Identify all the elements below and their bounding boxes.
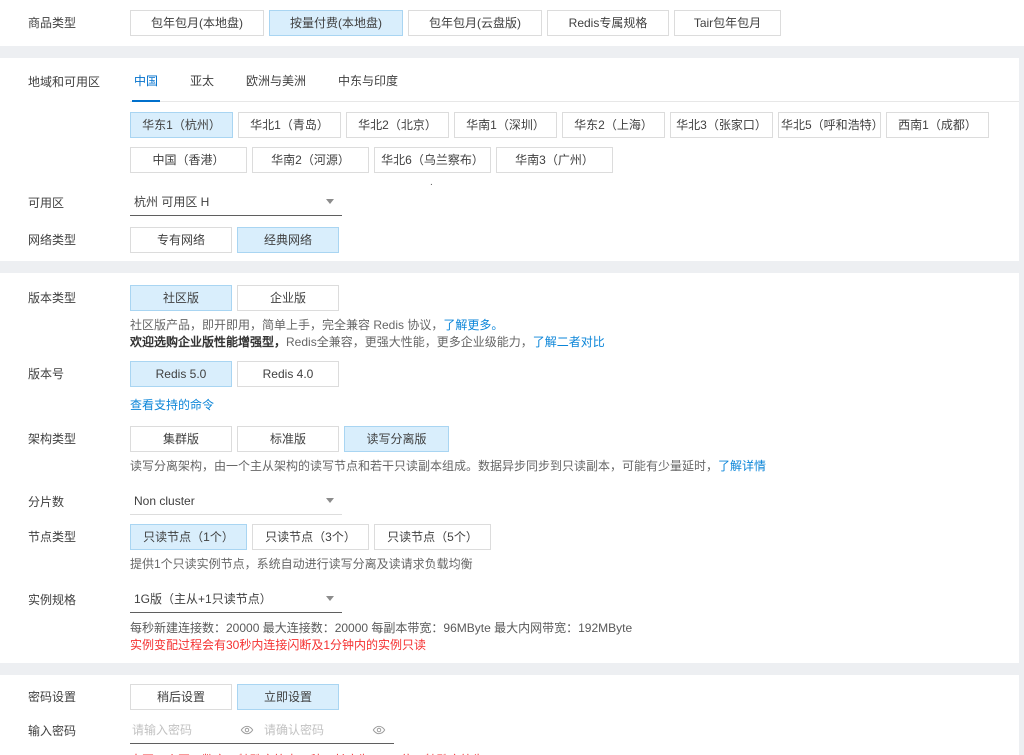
password-confirm-input[interactable] xyxy=(262,723,370,739)
region-zhangjiakou[interactable]: 华北3（张家口） xyxy=(670,112,773,138)
section-password: 密码设置 稍后设置 立即设置 输入密码 xyxy=(0,675,1019,755)
region-row-2: 中国（香港） 华南2（河源） 华北6（乌兰察布） 华南3（广州） . xyxy=(130,147,1019,173)
network-vpc[interactable]: 专有网络 xyxy=(130,227,232,253)
region-row-1: 华东1（杭州） 华北1（青岛） 华北2（北京） 华南1（深圳） 华东2（上海） … xyxy=(130,112,1019,138)
region-label: 地域和可用区 xyxy=(0,70,130,94)
arch-read-write-split[interactable]: 读写分离版 xyxy=(344,426,449,452)
shards-label: 分片数 xyxy=(0,489,130,515)
spec-label: 实例规格 xyxy=(0,587,130,613)
password-setting-label: 密码设置 xyxy=(0,684,130,710)
product-type-label: 商品类型 xyxy=(0,10,130,36)
arch-standard[interactable]: 标准版 xyxy=(237,426,339,452)
version-type-desc: 社区版产品，即开即用，简单上手，完全兼容 Redis 协议，了解更多。 欢迎选购… xyxy=(130,317,1019,351)
password-set-later[interactable]: 稍后设置 xyxy=(130,684,232,710)
spec-warning: 实例变配过程会有30秒内连接闪断及1分钟内的实例只读 xyxy=(130,637,1019,653)
password-setting-group: 稍后设置 立即设置 xyxy=(130,684,339,710)
product-type-option-tair[interactable]: Tair包年包月 xyxy=(674,10,781,36)
product-type-option-prepaid-cloud[interactable]: 包年包月(云盘版) xyxy=(408,10,542,36)
chevron-down-icon xyxy=(326,199,334,204)
section-region: 地域和可用区 中国 亚太 欧洲与美洲 中东与印度 华东1（杭州） 华北1（青岛）… xyxy=(0,58,1019,261)
eye-icon[interactable] xyxy=(238,723,262,739)
zone-select[interactable]: 杭州 可用区 H xyxy=(130,190,342,216)
region-shanghai[interactable]: 华东2（上海） xyxy=(562,112,665,138)
region-ulanqab[interactable]: 华北6（乌兰察布） xyxy=(374,147,491,173)
section-product-type: 商品类型 包年包月(本地盘) 按量付费(本地盘) 包年包月(云盘版) Redis… xyxy=(0,0,1024,46)
version-type-group: 社区版 企业版 xyxy=(130,285,1019,311)
architecture-desc: 读写分离架构，由一个主从架构的读写节点和若干只读副本组成。数据异步同步到只读副本… xyxy=(130,458,1019,475)
tab-middle-east-india[interactable]: 中东与印度 xyxy=(336,70,400,101)
version-community[interactable]: 社区版 xyxy=(130,285,232,311)
network-type-label: 网络类型 xyxy=(0,227,130,253)
zone-label: 可用区 xyxy=(0,190,130,216)
region-guangzhou[interactable]: 华南3（广州） xyxy=(496,147,613,173)
learn-more-link[interactable]: 了解更多。 xyxy=(443,318,503,332)
node-type-desc: 提供1个只读实例节点，系统自动进行读写分离及读请求负载均衡 xyxy=(130,556,1019,573)
version-redis-50[interactable]: Redis 5.0 xyxy=(130,361,232,387)
arch-cluster[interactable]: 集群版 xyxy=(130,426,232,452)
tab-china[interactable]: 中国 xyxy=(132,70,160,102)
version-no-label: 版本号 xyxy=(0,361,130,387)
region-qingdao[interactable]: 华北1（青岛） xyxy=(238,112,341,138)
region-hongkong[interactable]: 中国（香港） xyxy=(130,147,247,173)
spec-select[interactable]: 1G版（主从+1只读节点） xyxy=(130,587,342,613)
section-version: 版本类型 社区版 企业版 社区版产品，即开即用，简单上手，完全兼容 Redis … xyxy=(0,273,1019,663)
tab-asia-pacific[interactable]: 亚太 xyxy=(188,70,216,101)
password-field-wrap xyxy=(130,718,262,744)
spec-select-value: 1G版（主从+1只读节点） xyxy=(134,590,272,607)
region-hangzhou[interactable]: 华东1（杭州） xyxy=(130,112,233,138)
product-type-option-paygo-local[interactable]: 按量付费(本地盘) xyxy=(269,10,403,36)
architecture-group: 集群版 标准版 读写分离版 xyxy=(130,426,1019,452)
compare-link[interactable]: 了解二者对比 xyxy=(533,335,605,349)
supported-commands-link[interactable]: 查看支持的命令 xyxy=(130,398,214,412)
product-type-group: 包年包月(本地盘) 按量付费(本地盘) 包年包月(云盘版) Redis专属规格 … xyxy=(130,10,1024,36)
version-type-label: 版本类型 xyxy=(0,285,130,311)
region-tab-bar: 中国 亚太 欧洲与美洲 中东与印度 xyxy=(130,70,1019,102)
chevron-down-icon xyxy=(326,596,334,601)
region-chengdu[interactable]: 西南1（成都） xyxy=(886,112,989,138)
version-no-group: Redis 5.0 Redis 4.0 xyxy=(130,361,1019,387)
password-input-label: 输入密码 xyxy=(0,718,130,744)
node-type-group: 只读节点（1个） 只读节点（3个） 只读节点（5个） xyxy=(130,524,1019,550)
chevron-down-icon xyxy=(326,498,334,503)
node-type-label: 节点类型 xyxy=(0,524,130,550)
region-beijing[interactable]: 华北2（北京） xyxy=(346,112,449,138)
eye-icon[interactable] xyxy=(370,723,394,739)
tab-europe-americas[interactable]: 欧洲与美洲 xyxy=(244,70,308,101)
password-set-now[interactable]: 立即设置 xyxy=(237,684,339,710)
product-type-option-redis-dedicated[interactable]: Redis专属规格 xyxy=(547,10,669,36)
network-type-group: 专有网络 经典网络 xyxy=(130,227,339,253)
shards-select-value: Non cluster xyxy=(134,494,195,508)
node-readonly-3[interactable]: 只读节点（3个） xyxy=(252,524,369,550)
zone-select-value: 杭州 可用区 H xyxy=(134,193,209,210)
password-confirm-wrap xyxy=(262,718,394,744)
version-redis-40[interactable]: Redis 4.0 xyxy=(237,361,339,387)
password-inputs xyxy=(130,718,1019,744)
network-classic[interactable]: 经典网络 xyxy=(237,227,339,253)
region-hohhot[interactable]: 华北5（呼和浩特） xyxy=(778,112,881,138)
node-readonly-5[interactable]: 只读节点（5个） xyxy=(374,524,491,550)
architecture-label: 架构类型 xyxy=(0,426,130,452)
region-heyuan[interactable]: 华南2（河源） xyxy=(252,147,369,173)
password-input[interactable] xyxy=(130,723,238,739)
node-readonly-1[interactable]: 只读节点（1个） xyxy=(130,524,247,550)
region-shenzhen[interactable]: 华南1（深圳） xyxy=(454,112,557,138)
shards-select[interactable]: Non cluster xyxy=(130,489,342,515)
clipped-text-dot: . xyxy=(430,177,433,188)
version-enterprise[interactable]: 企业版 xyxy=(237,285,339,311)
arch-details-link[interactable]: 了解详情 xyxy=(718,459,766,473)
spec-desc: 每秒新建连接数：20000 最大连接数：20000 每副本带宽：96MByte … xyxy=(130,620,1019,637)
product-type-option-prepaid-local[interactable]: 包年包月(本地盘) xyxy=(130,10,264,36)
